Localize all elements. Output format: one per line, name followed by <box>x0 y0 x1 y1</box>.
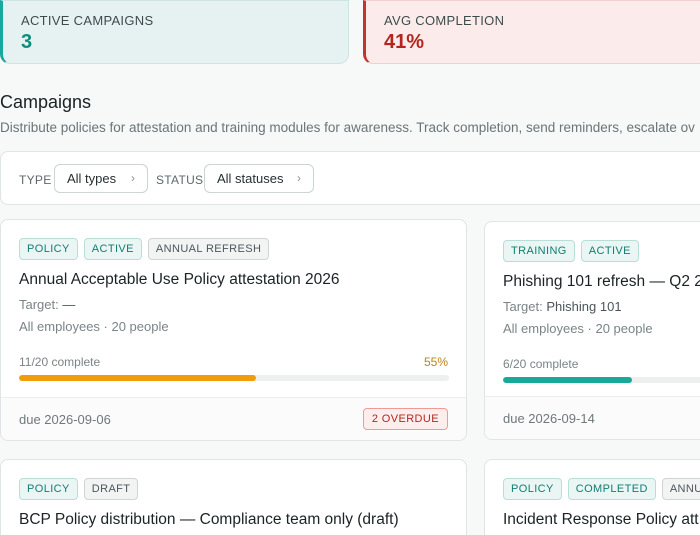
target-value: Phishing 101 <box>546 299 622 314</box>
overdue-badge: 2 OVERDUE <box>362 408 448 430</box>
stat-avg-completion: AVG COMPLETION 41% <box>363 0 700 64</box>
category-badge: ANNUAL REFRESH <box>147 238 270 260</box>
card-footer: due 2026-09-06 2 OVERDUE <box>1 397 466 440</box>
progress-bar <box>503 377 700 383</box>
type-badge: TRAINING <box>503 240 575 262</box>
status-badge: ACTIVE <box>83 238 142 260</box>
page-description: Distribute policies for attestation and … <box>0 120 695 135</box>
type-filter-label: TYPE <box>19 173 52 187</box>
campaign-card[interactable]: POLICY ACTIVE ANNUAL REFRESH Annual Acce… <box>0 219 467 441</box>
status-filter-label: STATUS <box>156 173 204 187</box>
chevron-right-icon: › <box>297 171 301 185</box>
type-badge: POLICY <box>19 238 78 260</box>
stat-active-campaigns: ACTIVE CAMPAIGNS 3 <box>0 0 349 64</box>
progress-bar-fill <box>503 377 632 383</box>
status-badge: DRAFT <box>83 478 139 500</box>
type-select-value: All types <box>67 171 117 186</box>
type-badge: POLICY <box>503 478 562 500</box>
campaign-card[interactable]: TRAINING ACTIVE Phishing 101 refresh — Q… <box>484 221 700 440</box>
target-label: Target: <box>503 299 543 314</box>
due-date: due 2026-09-14 <box>503 411 595 426</box>
page-title: Campaigns <box>0 92 92 112</box>
campaign-title: Incident Response Policy att <box>503 511 699 528</box>
type-badge: POLICY <box>19 478 78 500</box>
card-footer: due 2026-09-14 <box>485 396 700 439</box>
campaign-tags: POLICY COMPLETED ANNUAL <box>503 478 700 500</box>
campaign-card[interactable]: POLICY DRAFT BCP Policy distribution — C… <box>0 459 467 535</box>
campaign-tags: POLICY DRAFT <box>19 478 139 500</box>
campaign-card[interactable]: POLICY COMPLETED ANNUAL Incident Respons… <box>484 459 700 535</box>
status-badge: ACTIVE <box>580 240 639 262</box>
due-date: due 2026-09-06 <box>19 412 111 427</box>
progress-percent: 55% <box>423 355 448 369</box>
campaign-title: Annual Acceptable Use Policy attestation… <box>19 271 340 288</box>
type-select[interactable]: All types › <box>54 164 148 193</box>
campaign-target: Target: Phishing 101 <box>503 299 622 314</box>
status-select-value: All statuses <box>217 171 284 186</box>
progress-bar <box>19 375 449 381</box>
progress-text: 6/20 complete <box>503 357 579 371</box>
progress-bar-fill <box>19 375 256 381</box>
target-label: Target: <box>19 297 59 312</box>
campaign-target: Target: — <box>19 297 75 312</box>
chevron-right-icon: › <box>131 171 135 185</box>
campaign-title: Phishing 101 refresh — Q2 2 <box>503 273 700 290</box>
campaign-audience: All employees · 20 people <box>503 321 653 336</box>
status-select[interactable]: All statuses › <box>204 164 314 193</box>
stat-label: AVG COMPLETION <box>384 13 505 28</box>
stat-value: 3 <box>21 31 33 53</box>
campaign-title: BCP Policy distribution — Compliance tea… <box>19 511 399 528</box>
status-badge: COMPLETED <box>567 478 656 500</box>
campaign-audience: All employees · 20 people <box>19 319 169 334</box>
category-badge: ANNUAL <box>661 478 700 500</box>
campaign-tags: POLICY ACTIVE ANNUAL REFRESH <box>19 238 270 260</box>
stat-label: ACTIVE CAMPAIGNS <box>21 13 154 28</box>
campaign-tags: TRAINING ACTIVE <box>503 240 639 262</box>
stat-value: 41% <box>384 31 425 53</box>
target-value: — <box>62 297 76 312</box>
filter-bar: TYPE All types › STATUS All statuses › <box>0 151 700 205</box>
progress-text: 11/20 complete <box>19 355 101 369</box>
